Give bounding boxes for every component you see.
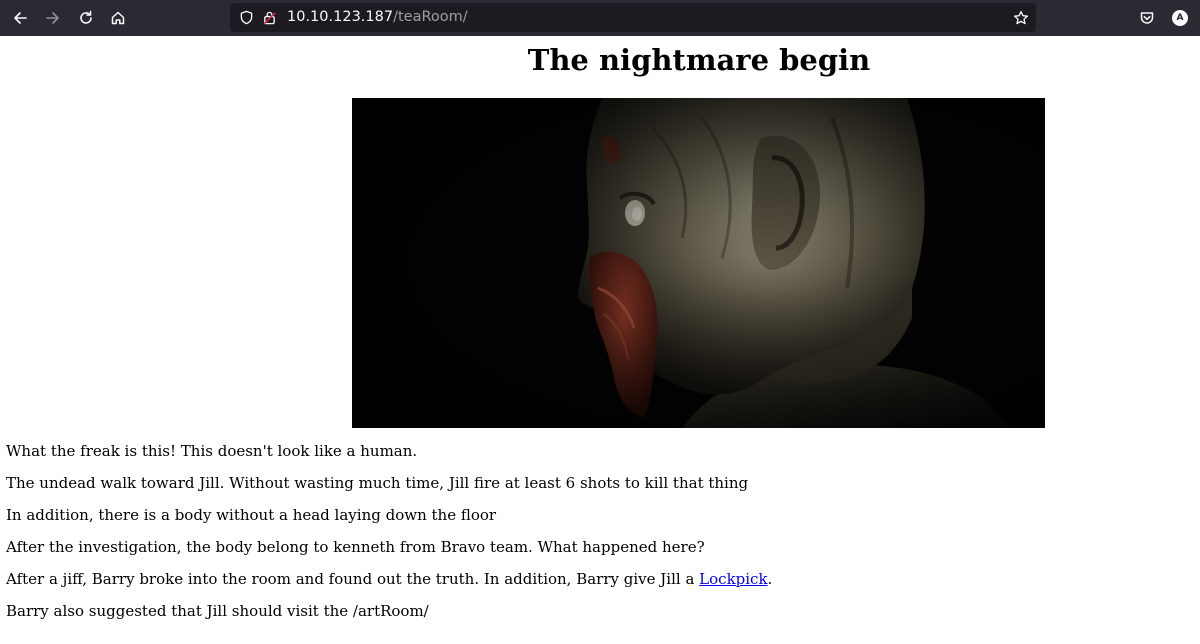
story-paragraph-6: Barry also suggested that Jill should vi… — [6, 602, 429, 620]
lockpick-link[interactable]: Lockpick — [699, 570, 767, 588]
story-paragraph-5: After a jiff, Barry broke into the room … — [6, 569, 772, 589]
page-title: The nightmare begin — [527, 43, 871, 77]
paragraph-end: . — [767, 570, 773, 588]
insecure-lock-icon[interactable] — [261, 9, 278, 26]
story-paragraph-1: What the freak is this! This doesn't loo… — [6, 442, 418, 460]
url-path: /teaRoom/ — [393, 9, 468, 25]
bookmark-star-icon[interactable] — [1012, 9, 1029, 26]
home-icon[interactable] — [106, 6, 130, 30]
paragraph-text: After a jiff, Barry broke into the room … — [6, 570, 700, 588]
tracking-shield-icon[interactable] — [238, 9, 255, 26]
url-text[interactable]: 10.10.123.187/teaRoom/ — [287, 8, 468, 27]
browser-toolbar: 10.10.123.187/teaRoom/ A — [0, 0, 1200, 36]
zombie-image — [352, 98, 1045, 428]
address-bar[interactable]: 10.10.123.187/teaRoom/ — [230, 3, 1036, 32]
account-avatar[interactable]: A — [1172, 10, 1188, 26]
pocket-icon[interactable] — [1135, 6, 1159, 30]
story-paragraph-3: In addition, there is a body without a h… — [6, 506, 497, 524]
forward-icon[interactable] — [41, 6, 65, 30]
reload-icon[interactable] — [74, 6, 98, 30]
url-host: 10.10.123.187 — [287, 9, 394, 25]
back-icon[interactable] — [8, 6, 32, 30]
story-paragraph-4: After the investigation, the body belong… — [6, 538, 705, 556]
story-paragraph-2: The undead walk toward Jill. Without was… — [6, 474, 749, 492]
